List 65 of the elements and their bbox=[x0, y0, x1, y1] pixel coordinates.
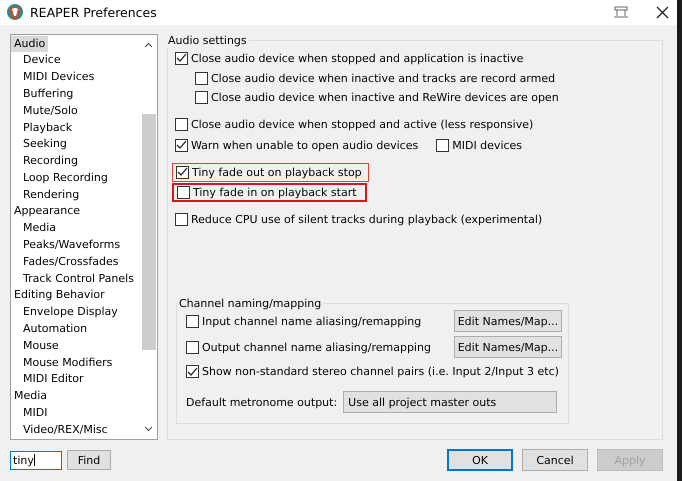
search-field[interactable]: tiny bbox=[10, 450, 62, 470]
find-button[interactable]: Find bbox=[67, 450, 111, 470]
checkbox-label: Close audio device when inactive and tracks are record armed bbox=[211, 72, 556, 86]
group-title: Channel naming/mapping bbox=[178, 297, 322, 310]
category-item[interactable]: Device bbox=[11, 52, 64, 70]
category-item[interactable]: Envelope Display bbox=[11, 304, 121, 322]
category-item[interactable]: Fades/Crossfades bbox=[11, 254, 122, 271]
category-item[interactable]: Media bbox=[11, 388, 50, 406]
category-item[interactable]: Peaks/Waveforms bbox=[11, 237, 124, 254]
category-item[interactable]: Mute/Solo bbox=[11, 102, 81, 120]
checkbox[interactable] bbox=[175, 138, 188, 152]
checkbox[interactable] bbox=[186, 314, 199, 328]
category-item[interactable]: MIDI Editor bbox=[11, 371, 86, 388]
checkbox[interactable] bbox=[175, 213, 188, 226]
category-item[interactable]: Recording bbox=[11, 153, 82, 170]
field-label: Default metronome output: bbox=[186, 396, 338, 409]
category-item[interactable]: Loop Recording bbox=[11, 170, 111, 187]
dialog-button[interactable]: Cancel bbox=[522, 449, 588, 472]
dialog-button[interactable]: OK bbox=[447, 449, 513, 472]
checkbox-label: Reduce CPU use of silent tracks during playback (experimental) bbox=[191, 213, 542, 226]
category-item[interactable]: Buffering bbox=[11, 86, 76, 103]
checkbox-label: Tiny fade out on playback stop bbox=[192, 166, 362, 179]
category-item[interactable]: Media bbox=[11, 220, 60, 238]
checkbox-label: Close audio device when stopped and application is inactive bbox=[191, 52, 524, 65]
checkbox-label: Tiny fade in on playback start bbox=[193, 186, 357, 200]
category-item[interactable]: Seeking bbox=[11, 136, 70, 154]
group-title: Audio settings bbox=[167, 34, 248, 47]
edit-names-button[interactable]: Edit Names/Map... bbox=[454, 310, 562, 332]
checkbox-label: MIDI devices bbox=[452, 138, 522, 152]
category-item[interactable]: Editing Behavior bbox=[11, 287, 108, 304]
metronome-dropdown[interactable]: Use all project master outs bbox=[343, 391, 558, 414]
category-item[interactable]: Video/REX/Misc bbox=[11, 422, 111, 439]
checkbox-label: Input channel name aliasing/remapping bbox=[202, 314, 422, 328]
checkbox[interactable] bbox=[177, 186, 190, 200]
checkbox[interactable] bbox=[436, 138, 450, 152]
scrollbar-thumb[interactable] bbox=[142, 114, 156, 350]
category-item[interactable]: Mouse bbox=[11, 338, 62, 355]
pin-icon[interactable] bbox=[612, 5, 630, 20]
category-item[interactable]: Playback bbox=[11, 120, 76, 136]
scroll-up-icon[interactable] bbox=[144, 42, 153, 48]
checkbox[interactable] bbox=[186, 340, 199, 354]
close-icon[interactable] bbox=[656, 6, 669, 19]
category-item[interactable]: MIDI Devices bbox=[11, 69, 98, 86]
checkbox-label: Warn when unable to open audio devices bbox=[191, 138, 418, 152]
category-item[interactable]: MIDI bbox=[11, 405, 50, 422]
category-item[interactable]: Automation bbox=[11, 321, 90, 338]
category-item[interactable]: Audio bbox=[11, 36, 48, 52]
scroll-down-icon[interactable] bbox=[144, 426, 153, 432]
checkbox[interactable] bbox=[176, 166, 189, 179]
category-item[interactable]: Track Control Panels bbox=[11, 270, 137, 288]
app-logo-icon bbox=[6, 3, 24, 22]
edit-names-button[interactable]: Edit Names/Map... bbox=[454, 336, 562, 358]
checkbox-label: Close audio device when stopped and active (less responsive) bbox=[191, 118, 534, 132]
checkbox[interactable] bbox=[186, 365, 199, 378]
checkbox[interactable] bbox=[175, 118, 188, 132]
checkbox[interactable] bbox=[195, 91, 208, 104]
checkbox[interactable] bbox=[175, 52, 188, 65]
checkbox-label: Close audio device when inactive and ReWire devices are open bbox=[211, 91, 559, 104]
category-item[interactable]: Rendering bbox=[11, 186, 82, 204]
window-title: REAPER Preferences bbox=[30, 4, 158, 20]
category-item[interactable]: Mouse Modifiers bbox=[11, 354, 116, 372]
checkbox[interactable] bbox=[195, 72, 208, 86]
category-item[interactable]: Appearance bbox=[11, 203, 84, 220]
checkbox-label: Show non-standard stereo channel pairs (i.e. Input 2/Input 3 etc) bbox=[202, 365, 559, 378]
checkbox-label: Output channel name aliasing/remapping bbox=[202, 340, 431, 354]
